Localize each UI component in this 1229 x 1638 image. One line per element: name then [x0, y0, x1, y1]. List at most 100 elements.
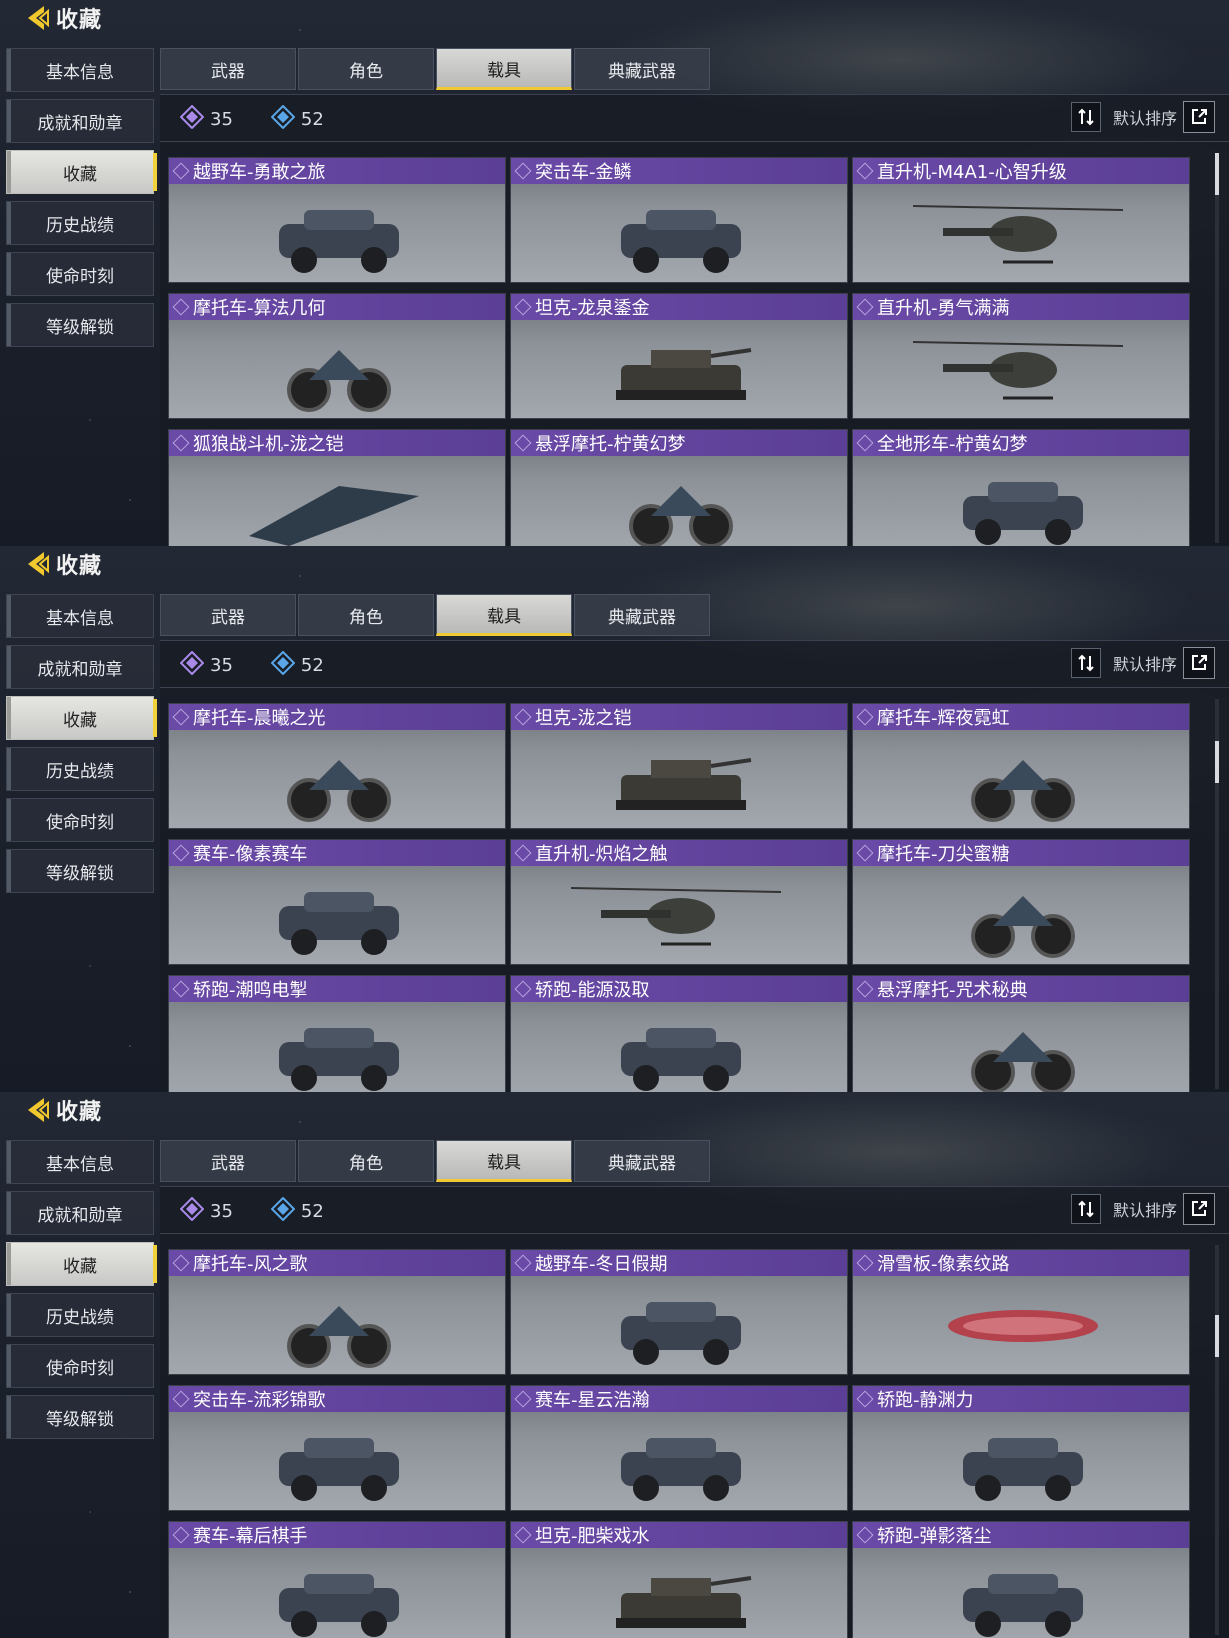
vehicle-card[interactable]: 轿跑-潮鸣电掣 [168, 975, 506, 1092]
sidebar-item[interactable]: 成就和勋章 [6, 645, 154, 689]
scrollbar[interactable] [1215, 1245, 1219, 1635]
vehicle-card[interactable]: 悬浮摩托-咒术秘典 [852, 975, 1190, 1092]
back-arrow-icon[interactable] [22, 1095, 52, 1125]
sort-arrows-icon[interactable] [1070, 1194, 1101, 1224]
vehicle-image [287, 760, 391, 822]
scrollbar-thumb[interactable] [1215, 1314, 1219, 1357]
vehicle-card[interactable]: 越野车-勇敢之旅 [168, 157, 506, 283]
tab[interactable]: 典藏武器 [574, 48, 710, 90]
side-navigation: 基本信息成就和勋章收藏历史战绩使命时刻等级解锁 [6, 48, 157, 354]
sidebar-item[interactable]: 历史战绩 [6, 201, 154, 245]
sidebar-item[interactable]: 使命时刻 [6, 1344, 154, 1388]
share-icon[interactable] [1183, 101, 1215, 133]
vehicle-card-title: 坦克-泷之铠 [511, 704, 847, 730]
purple-gem-icon [179, 650, 210, 680]
vehicle-card-title: 摩托车-算法几何 [169, 294, 505, 320]
tab[interactable]: 武器 [160, 594, 296, 636]
rarity-diamond-icon [172, 1526, 190, 1544]
tab[interactable]: 武器 [160, 1140, 296, 1182]
vehicle-card[interactable]: 坦克-龙泉鋈金 [510, 293, 848, 419]
vehicle-card-title: 坦克-龙泉鋈金 [511, 294, 847, 320]
sidebar-item[interactable]: 基本信息 [6, 48, 154, 92]
tab[interactable]: 典藏武器 [574, 1140, 710, 1182]
vehicle-card[interactable]: 滑雪板-像素纹路 [852, 1249, 1190, 1375]
vehicle-card[interactable]: 轿跑-弹影落尘 [852, 1521, 1190, 1638]
share-icon[interactable] [1183, 647, 1215, 679]
tab[interactable]: 典藏武器 [574, 594, 710, 636]
blue-gem-icon [270, 650, 301, 680]
scrollbar[interactable] [1215, 699, 1219, 1089]
vehicle-card[interactable]: 摩托车-辉夜霓虹 [852, 703, 1190, 829]
vehicle-card[interactable]: 直升机-炽焰之触 [510, 839, 848, 965]
sidebar-item[interactable]: 成就和勋章 [6, 1191, 154, 1235]
back-arrow-icon[interactable] [22, 3, 52, 33]
vehicle-card[interactable]: 摩托车-风之歌 [168, 1249, 506, 1375]
tab[interactable]: 载具 [436, 48, 572, 90]
side-navigation: 基本信息成就和勋章收藏历史战绩使命时刻等级解锁 [6, 1140, 157, 1446]
rarity-diamond-icon [856, 1254, 874, 1272]
vehicle-card[interactable]: 坦克-肥柴戏水 [510, 1521, 848, 1638]
vehicle-card[interactable]: 突击车-流彩锦歌 [168, 1385, 506, 1511]
vehicle-card[interactable]: 摩托车-晨曦之光 [168, 703, 506, 829]
vehicle-name: 全地形车-柠黄幻梦 [877, 434, 1028, 455]
category-tabs: 武器 角色 载具 典藏武器 [160, 594, 712, 636]
sort-arrows-icon[interactable] [1070, 648, 1101, 678]
vehicle-card[interactable]: 赛车-幕后棋手 [168, 1521, 506, 1638]
sidebar-item[interactable]: 基本信息 [6, 1140, 154, 1184]
stats-bar: 35 52 [179, 650, 362, 680]
vehicle-card-title: 滑雪板-像素纹路 [853, 1250, 1189, 1276]
sidebar-item[interactable]: 收藏 [6, 1242, 157, 1286]
vehicle-card[interactable]: 越野车-冬日假期 [510, 1249, 848, 1375]
scrollbar-thumb[interactable] [1215, 153, 1219, 195]
vehicle-card[interactable]: 摩托车-刀尖蜜糖 [852, 839, 1190, 965]
vehicle-card[interactable]: 悬浮摩托-柠黄幻梦 [510, 429, 848, 546]
sort-arrows-icon[interactable] [1070, 102, 1101, 132]
vehicle-card[interactable]: 直升机-M4A1-心智升级 [852, 157, 1190, 283]
sidebar-item[interactable]: 收藏 [6, 150, 157, 194]
rarity-diamond-icon [856, 844, 874, 862]
vehicle-card[interactable]: 狐狼战斗机-泷之铠 [168, 429, 506, 546]
vehicle-name: 摩托车-风之歌 [193, 1254, 308, 1275]
sidebar-item[interactable]: 使命时刻 [6, 252, 154, 296]
sort-label[interactable]: 默认排序 [1113, 1197, 1177, 1221]
sort-label[interactable]: 默认排序 [1113, 651, 1177, 675]
tab[interactable]: 角色 [298, 1140, 434, 1182]
vehicle-card[interactable]: 直升机-勇气满满 [852, 293, 1190, 419]
vehicle-card-title: 越野车-冬日假期 [511, 1250, 847, 1276]
tab[interactable]: 载具 [436, 1140, 572, 1182]
vehicle-card[interactable]: 轿跑-能源汲取 [510, 975, 848, 1092]
scrollbar-thumb[interactable] [1215, 740, 1219, 783]
rarity-diamond-icon [856, 1526, 874, 1544]
sidebar-item[interactable]: 历史战绩 [6, 747, 154, 791]
vehicle-card[interactable]: 赛车-像素赛车 [168, 839, 506, 965]
vehicle-card[interactable]: 赛车-星云浩瀚 [510, 1385, 848, 1511]
sidebar-item[interactable]: 等级解锁 [6, 1395, 154, 1439]
collection-panel: 收藏 基本信息 成就和勋章 收藏 历史战绩 使命时刻 等级解锁 武器 角色 载具 典藏武器 35 52 默… [0, 1092, 1229, 1638]
vehicle-card[interactable]: 全地形车-柠黄幻梦 [852, 429, 1190, 546]
vehicle-image [912, 341, 1124, 400]
vehicle-card[interactable]: 轿跑-静渊力 [852, 1385, 1190, 1511]
vehicle-name: 轿跑-能源汲取 [535, 980, 650, 1001]
scrollbar[interactable] [1215, 153, 1219, 543]
sidebar-item[interactable]: 使命时刻 [6, 798, 154, 842]
sidebar-item[interactable]: 收藏 [6, 696, 157, 740]
sidebar-item[interactable]: 等级解锁 [6, 303, 154, 347]
tab[interactable]: 角色 [298, 594, 434, 636]
header: 收藏 [22, 1094, 102, 1126]
vehicle-card[interactable]: 摩托车-算法几何 [168, 293, 506, 419]
tab[interactable]: 载具 [436, 594, 572, 636]
sidebar-item[interactable]: 成就和勋章 [6, 99, 154, 143]
sidebar-item[interactable]: 基本信息 [6, 594, 154, 638]
share-icon[interactable] [1183, 1193, 1215, 1225]
vehicle-name: 摩托车-算法几何 [193, 298, 326, 319]
tab[interactable]: 角色 [298, 48, 434, 90]
vehicle-card[interactable]: 突击车-金鳞 [510, 157, 848, 283]
vehicle-card[interactable]: 坦克-泷之铠 [510, 703, 848, 829]
sidebar-item[interactable]: 历史战绩 [6, 1293, 154, 1337]
sort-label[interactable]: 默认排序 [1113, 105, 1177, 129]
vehicle-name: 赛车-幕后棋手 [193, 1526, 308, 1547]
vehicle-image [621, 1028, 741, 1091]
back-arrow-icon[interactable] [22, 549, 52, 579]
tab[interactable]: 武器 [160, 48, 296, 90]
sidebar-item[interactable]: 等级解锁 [6, 849, 154, 893]
